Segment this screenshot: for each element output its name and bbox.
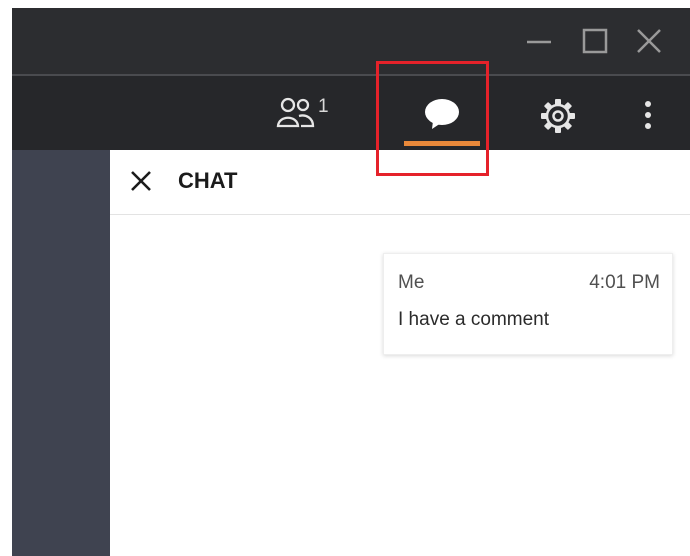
participants-icon	[276, 97, 315, 128]
message-timestamp: 4:01 PM	[589, 272, 660, 293]
more-options-button[interactable]	[638, 96, 658, 136]
gear-icon	[541, 99, 575, 133]
window-close-button[interactable]	[634, 26, 664, 56]
message-text: I have a comment	[398, 309, 550, 330]
chat-title: CHAT	[178, 168, 238, 193]
minimize-icon	[527, 40, 551, 44]
close-chat-button[interactable]	[126, 166, 156, 196]
message-sender: Me	[398, 272, 425, 293]
participants-button[interactable]: 1	[276, 94, 340, 134]
chat-message: Me 4:01 PM I have a comment	[383, 253, 673, 355]
chat-panel: CHAT Me 4:01 PM I have a comment	[110, 150, 690, 556]
close-icon	[637, 29, 661, 53]
maximize-icon	[582, 28, 608, 54]
title-bar	[12, 8, 690, 76]
more-vertical-icon	[645, 101, 651, 129]
highlight-box	[376, 61, 489, 176]
close-icon	[131, 171, 151, 191]
meeting-toolbar: 1	[12, 76, 690, 150]
maximize-button[interactable]	[580, 26, 610, 56]
participant-count-badge: 1	[318, 96, 329, 117]
minimize-button[interactable]	[524, 26, 554, 56]
left-sidebar	[12, 150, 110, 556]
app-window: 1 CHAT Me 4:01 PM I have a comment	[12, 8, 690, 556]
settings-button[interactable]	[538, 96, 578, 136]
